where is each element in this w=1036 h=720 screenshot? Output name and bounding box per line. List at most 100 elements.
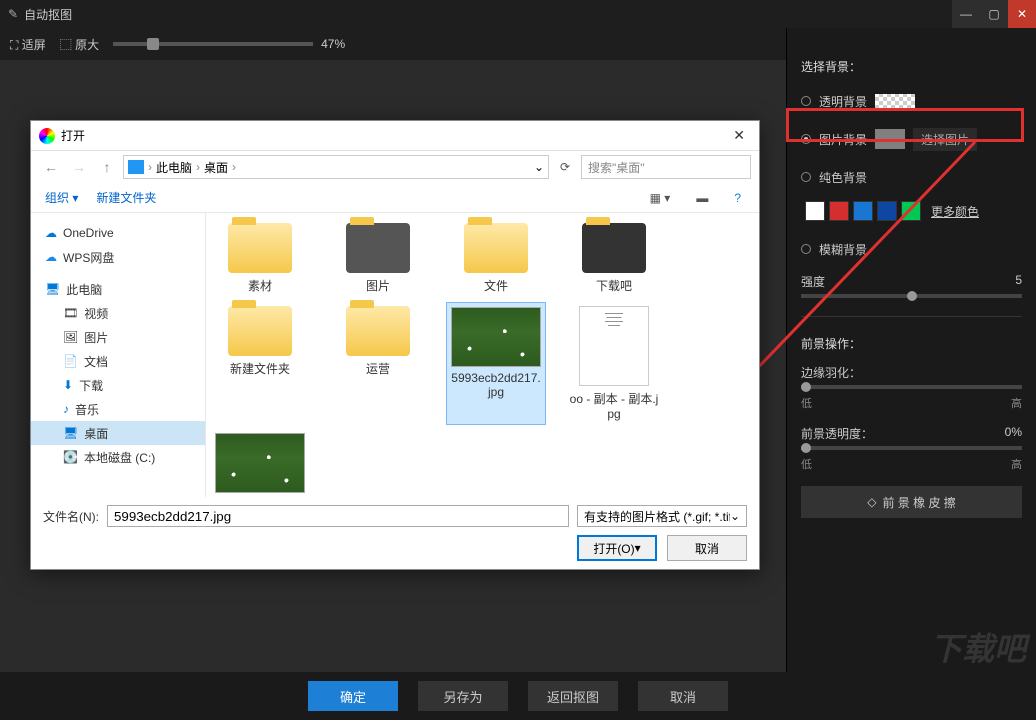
blur-bg-label: 模糊背景	[819, 241, 867, 258]
file-item-selected[interactable]: 5993ecb2dd217.jpg	[446, 302, 546, 425]
filename-label: 文件名(N):	[43, 508, 99, 525]
zoom-slider[interactable]	[113, 42, 313, 46]
color-blue[interactable]	[853, 201, 873, 221]
search-placeholder: 搜索"桌面"	[588, 159, 645, 176]
tree-onedrive[interactable]: ☁OneDrive	[31, 221, 205, 245]
dialog-footer: 文件名(N): 有支持的图片格式 (*.gif; *.tif ⌄ 打开(O) ▾…	[31, 497, 759, 569]
filetype-select[interactable]: 有支持的图片格式 (*.gif; *.tif ⌄	[577, 505, 747, 527]
view-details-button[interactable]: ▬	[692, 191, 712, 205]
minimize-button[interactable]: —	[952, 0, 980, 28]
tree-documents[interactable]: 📄文档	[31, 349, 205, 373]
ok-button[interactable]: 确定	[308, 681, 398, 711]
dialog-nav: ← → ↑ › 此电脑 › 桌面 › ⌄ ⟳ 搜索"桌面"	[31, 151, 759, 183]
dialog-close-button[interactable]: ✕	[727, 127, 751, 144]
app-icon: ✎	[8, 7, 18, 21]
fg-opacity-value: 0%	[1005, 425, 1022, 442]
zoom-value: 47%	[321, 37, 345, 51]
image-bg-option[interactable]: 图片背景 选择图片	[801, 125, 1022, 153]
close-button[interactable]: ✕	[1008, 0, 1036, 28]
music-icon: ♪	[63, 402, 69, 416]
fg-opacity-slider[interactable]	[801, 446, 1022, 450]
low-label: 低	[801, 395, 812, 411]
file-item[interactable]: ▬▬▬▬▬▬▬▬▬▬▬▬▬▬▬▬▬▬▬▬▬oo - 副本 - 副本.jpg	[564, 302, 664, 425]
tree-local-c[interactable]: 💽本地磁盘 (C:)	[31, 445, 205, 469]
maximize-button[interactable]: ▢	[980, 0, 1008, 28]
color-darkblue[interactable]	[877, 201, 897, 221]
new-folder-button[interactable]: 新建文件夹	[96, 189, 156, 206]
path-segment[interactable]: 此电脑	[156, 159, 192, 176]
file-list: 素材 图片 文件 下载吧 新建文件夹 运营 5993ecb2dd217.jpg …	[206, 213, 759, 497]
path-dropdown-icon[interactable]: ⌄	[534, 160, 544, 174]
image-thumb-icon	[215, 433, 305, 493]
fit-screen-button[interactable]: ⛶ 适屏	[10, 36, 46, 53]
fg-ops-title: 前景操作：	[801, 335, 1022, 352]
color-white[interactable]	[805, 201, 825, 221]
folder-item[interactable]: 图片	[328, 219, 428, 298]
strength-label: 强度	[801, 273, 825, 290]
folder-item[interactable]: 素材	[210, 219, 310, 298]
saveas-button[interactable]: 另存为	[418, 681, 508, 711]
tree-desktop[interactable]: 🖥桌面	[31, 421, 205, 445]
image-bg-label: 图片背景	[819, 131, 867, 148]
file-item[interactable]: 特效.jpg	[210, 429, 310, 497]
select-image-button[interactable]: 选择图片	[913, 128, 977, 151]
folder-item[interactable]: 文件	[446, 219, 546, 298]
transparent-swatch-icon	[875, 94, 915, 108]
nav-back-button[interactable]: ←	[39, 155, 63, 179]
search-input[interactable]: 搜索"桌面"	[581, 155, 751, 179]
right-panel: 选择背景： 透明背景 图片背景 选择图片 纯色背景 更多颜色 模糊背景 强度 5…	[786, 28, 1036, 672]
nav-up-button[interactable]: ↑	[95, 155, 119, 179]
cloud-icon: ☁	[45, 226, 57, 240]
tree-music[interactable]: ♪音乐	[31, 397, 205, 421]
strength-value: 5	[1015, 273, 1022, 290]
nav-forward-button[interactable]: →	[67, 155, 91, 179]
refresh-button[interactable]: ⟳	[553, 155, 577, 179]
tree-video[interactable]: 🎞视频	[31, 301, 205, 325]
strength-slider[interactable]	[801, 294, 1022, 298]
radio-icon	[801, 172, 811, 182]
radio-icon	[801, 134, 811, 144]
folder-icon	[464, 223, 528, 273]
high-label: 高	[1011, 456, 1022, 472]
select-bg-title: 选择背景：	[801, 58, 1022, 75]
folder-item[interactable]: 下载吧	[564, 219, 664, 298]
tree-thispc[interactable]: 🖥此电脑	[31, 277, 205, 301]
fg-eraser-button[interactable]: ◇ 前 景 橡 皮 擦	[801, 486, 1022, 518]
pictures-icon: 🖼	[63, 330, 78, 344]
dialog-titlebar: 打开 ✕	[31, 121, 759, 151]
desktop-icon: 🖥	[63, 426, 78, 440]
view-layout-button[interactable]: ▦ ▾	[646, 191, 675, 205]
transparent-bg-option[interactable]: 透明背景	[801, 87, 1022, 115]
folder-icon	[228, 306, 292, 356]
drive-icon: 💽	[63, 450, 78, 464]
folder-icon	[346, 223, 410, 273]
back-button[interactable]: 返回抠图	[528, 681, 618, 711]
tree-pictures[interactable]: 🖼图片	[31, 325, 205, 349]
image-thumb-icon	[451, 307, 541, 367]
color-green[interactable]	[901, 201, 921, 221]
open-button[interactable]: 打开(O) ▾	[577, 535, 657, 561]
folder-item[interactable]: 新建文件夹	[210, 302, 310, 425]
solid-bg-option[interactable]: 纯色背景	[801, 163, 1022, 191]
edge-feather-slider[interactable]	[801, 385, 1022, 389]
high-label: 高	[1011, 395, 1022, 411]
eraser-label: 前 景 橡 皮 擦	[882, 494, 955, 511]
path-segment[interactable]: 桌面	[204, 159, 228, 176]
title-bar: ✎ 自动抠图 — ▢ ✕	[0, 0, 1036, 28]
more-colors-link[interactable]: 更多颜色	[931, 203, 979, 220]
dialog-cancel-button[interactable]: 取消	[667, 535, 747, 561]
help-button[interactable]: ?	[730, 191, 745, 205]
tree-downloads[interactable]: ⬇下载	[31, 373, 205, 397]
original-size-button[interactable]: ⬚ 原大	[60, 36, 99, 53]
blur-bg-option[interactable]: 模糊背景	[801, 235, 1022, 263]
organize-button[interactable]: 组织 ▾	[45, 189, 78, 206]
folder-item[interactable]: 运营	[328, 302, 428, 425]
cancel-button[interactable]: 取消	[638, 681, 728, 711]
color-red[interactable]	[829, 201, 849, 221]
path-input[interactable]: › 此电脑 › 桌面 › ⌄	[123, 155, 549, 179]
filename-input[interactable]	[107, 505, 569, 527]
dialog-tree: ☁OneDrive ☁WPS网盘 🖥此电脑 🎞视频 🖼图片 📄文档 ⬇下载 ♪音…	[31, 213, 206, 497]
tree-wps[interactable]: ☁WPS网盘	[31, 245, 205, 269]
edge-feather-label: 边缘羽化：	[801, 364, 861, 381]
folder-icon	[128, 160, 144, 174]
